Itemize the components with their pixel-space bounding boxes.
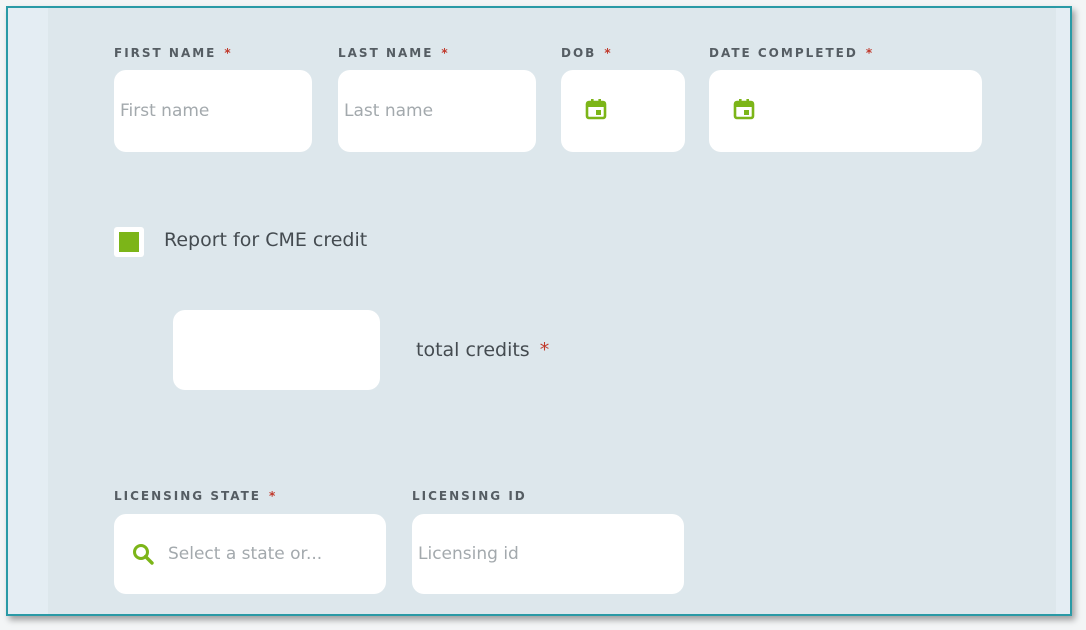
- last-name-placeholder: Last name: [344, 101, 434, 121]
- last-name-label-text: LAST NAME: [338, 46, 434, 60]
- dob-label: DOB *: [561, 46, 613, 60]
- total-credits-label-text: total credits: [416, 339, 530, 361]
- last-name-label: LAST NAME *: [338, 46, 450, 60]
- required-asterisk: *: [224, 46, 233, 60]
- licensing-state-label-text: LICENSING STATE: [114, 489, 261, 503]
- last-name-field[interactable]: Last name: [338, 70, 536, 152]
- licensing-id-placeholder: Licensing id: [418, 544, 519, 564]
- required-asterisk: *: [441, 46, 450, 60]
- first-name-label: FIRST NAME *: [114, 46, 233, 60]
- required-asterisk: *: [604, 46, 613, 60]
- total-credits-input[interactable]: [173, 310, 380, 390]
- date-completed-label-text: DATE COMPLETED: [709, 46, 858, 60]
- calendar-icon[interactable]: [585, 98, 607, 120]
- licensing-id-label: LICENSING ID: [412, 489, 527, 503]
- licensing-state-placeholder: Select a state or...: [168, 544, 323, 564]
- required-asterisk: *: [268, 489, 278, 503]
- date-completed-label: DATE COMPLETED *: [709, 46, 874, 60]
- licensing-state-label: LICENSING STATE *: [114, 489, 277, 503]
- date-completed-field[interactable]: [709, 70, 982, 152]
- licensing-id-field[interactable]: Licensing id: [412, 514, 684, 594]
- form-panel: FIRST NAME * LAST NAME * DOB * DATE COMPLET…: [48, 8, 1056, 614]
- required-asterisk: *: [539, 339, 550, 361]
- dob-field[interactable]: [561, 70, 685, 152]
- first-name-label-text: FIRST NAME: [114, 46, 217, 60]
- search-icon: [133, 544, 154, 565]
- dob-label-text: DOB: [561, 46, 597, 60]
- checkbox-checked-indicator: [119, 232, 139, 252]
- licensing-id-label-text: LICENSING ID: [412, 489, 527, 503]
- first-name-field[interactable]: First name: [114, 70, 312, 152]
- cme-credit-checkbox[interactable]: [114, 227, 144, 257]
- calendar-icon[interactable]: [733, 98, 755, 120]
- cme-credit-label[interactable]: Report for CME credit: [164, 229, 367, 251]
- first-name-placeholder: First name: [120, 101, 210, 121]
- licensing-state-search-field[interactable]: Select a state or...: [114, 514, 386, 594]
- form-frame: FIRST NAME * LAST NAME * DOB * DATE COMPLET…: [6, 6, 1072, 616]
- required-asterisk: *: [865, 46, 875, 60]
- total-credits-label: total credits *: [416, 339, 549, 361]
